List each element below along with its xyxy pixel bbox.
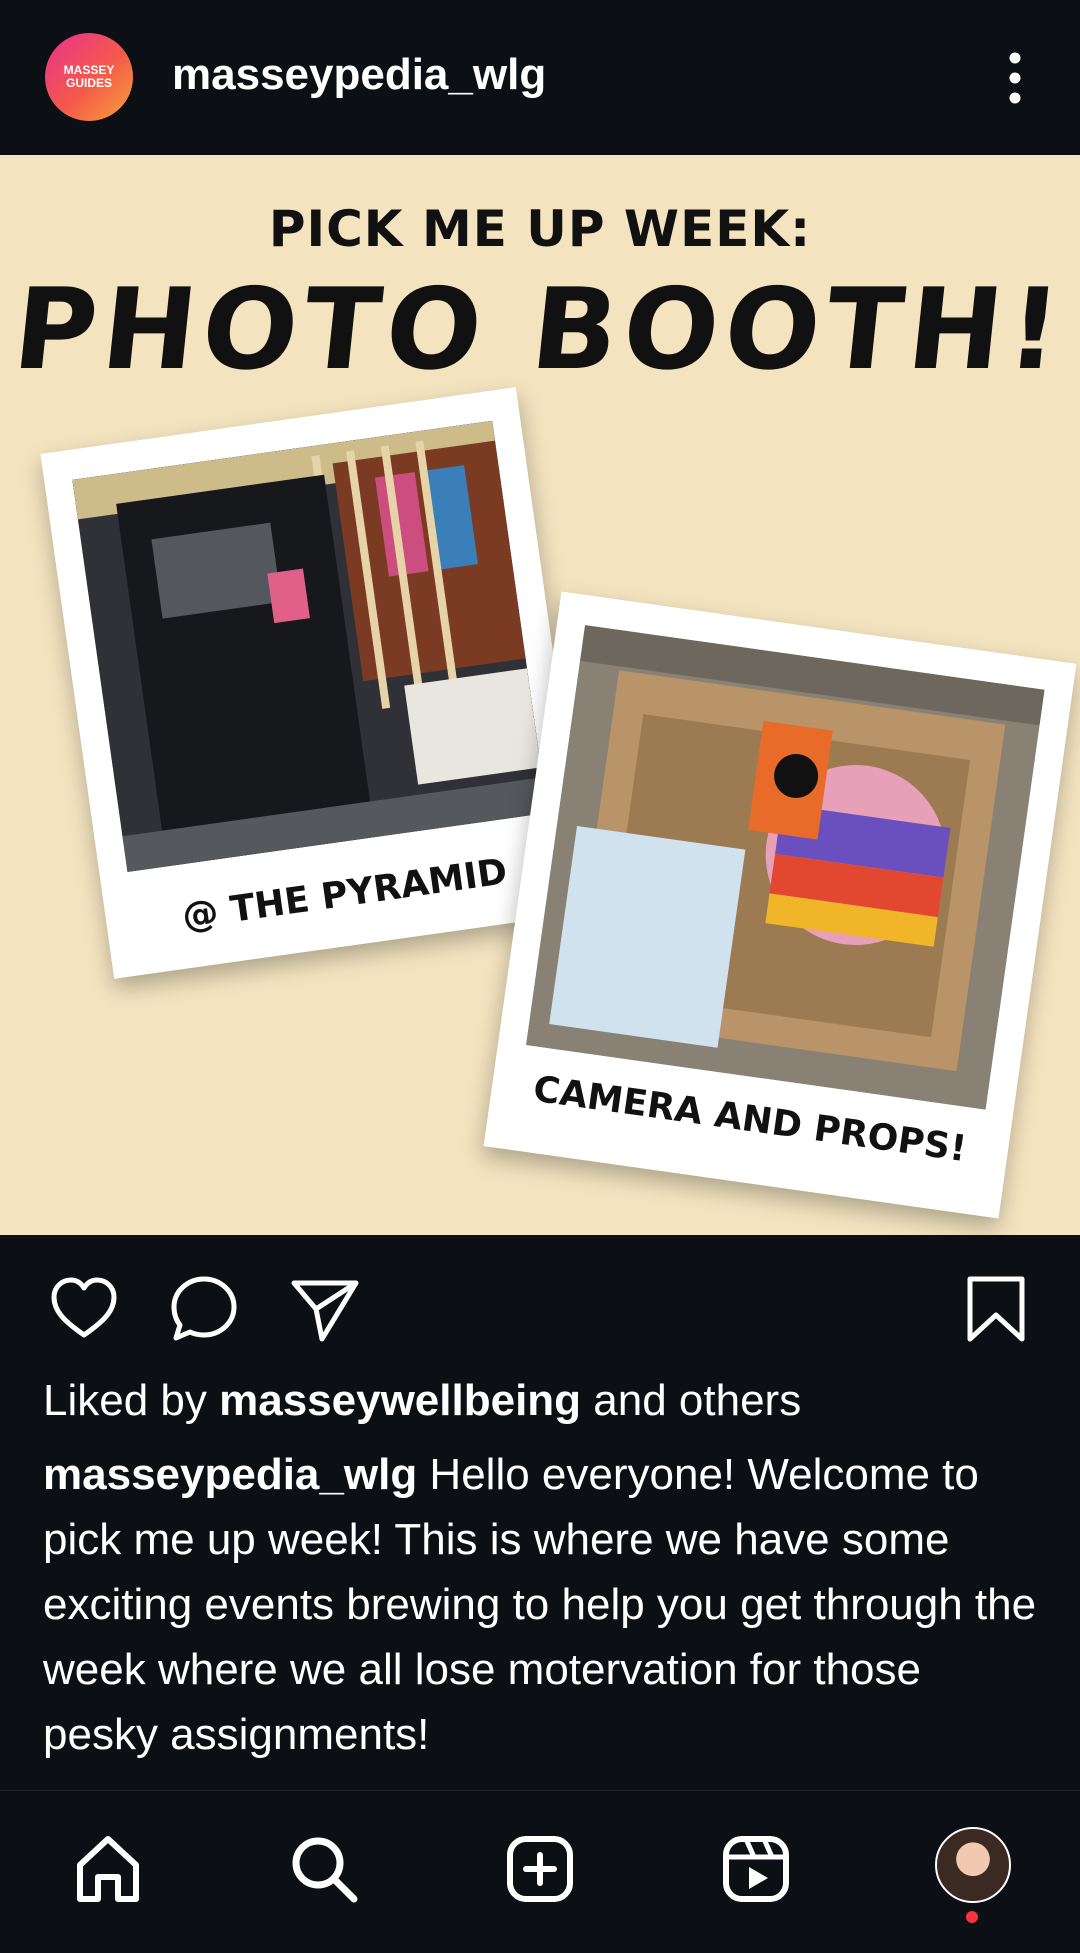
- profile-avatar[interactable]: [935, 1827, 1011, 1903]
- bottom-nav: [0, 1790, 1080, 1953]
- account-username[interactable]: masseypedia_wlg: [172, 50, 546, 100]
- camera-props-picture: [526, 625, 1045, 1110]
- heart-icon[interactable]: [46, 1271, 122, 1347]
- polaroid-camera-props: CAMERA AND PROPS!: [483, 591, 1077, 1219]
- reels-icon[interactable]: [718, 1831, 794, 1907]
- post-header: MASSEY GUIDES masseypedia_wlg: [0, 0, 1080, 155]
- likes-summary[interactable]: Liked by masseywellbeing and others: [43, 1376, 801, 1426]
- likes-prefix: Liked by: [43, 1376, 220, 1425]
- post-subheading: PICK ME UP WEEK:: [268, 200, 812, 258]
- account-avatar[interactable]: MASSEY GUIDES: [45, 33, 133, 121]
- polaroid-pyramid: @ THE PYRAMID: [40, 387, 590, 979]
- caption-username[interactable]: masseypedia_wlg: [43, 1450, 417, 1499]
- post-actions: [0, 1235, 1080, 1365]
- post-heading: PHOTO BOOTH!: [7, 265, 1073, 395]
- home-icon[interactable]: [70, 1831, 146, 1907]
- notification-dot: [966, 1911, 978, 1923]
- search-icon[interactable]: [286, 1831, 362, 1907]
- bookmark-icon[interactable]: [958, 1271, 1034, 1347]
- comment-icon[interactable]: [166, 1271, 242, 1347]
- likes-user[interactable]: masseywellbeing: [219, 1376, 581, 1425]
- share-icon[interactable]: [286, 1271, 362, 1347]
- create-icon[interactable]: [502, 1831, 578, 1907]
- post-image[interactable]: PICK ME UP WEEK: PHOTO BOOTH! @ THE PYRA: [0, 155, 1080, 1235]
- likes-suffix: and others: [581, 1376, 802, 1425]
- post-caption: masseypedia_wlg Hello everyone! Welcome …: [43, 1442, 1043, 1767]
- photo-booth-picture: [72, 420, 548, 872]
- more-vertical-icon[interactable]: [995, 50, 1035, 106]
- logo-text-line2: GUIDES: [65, 76, 112, 90]
